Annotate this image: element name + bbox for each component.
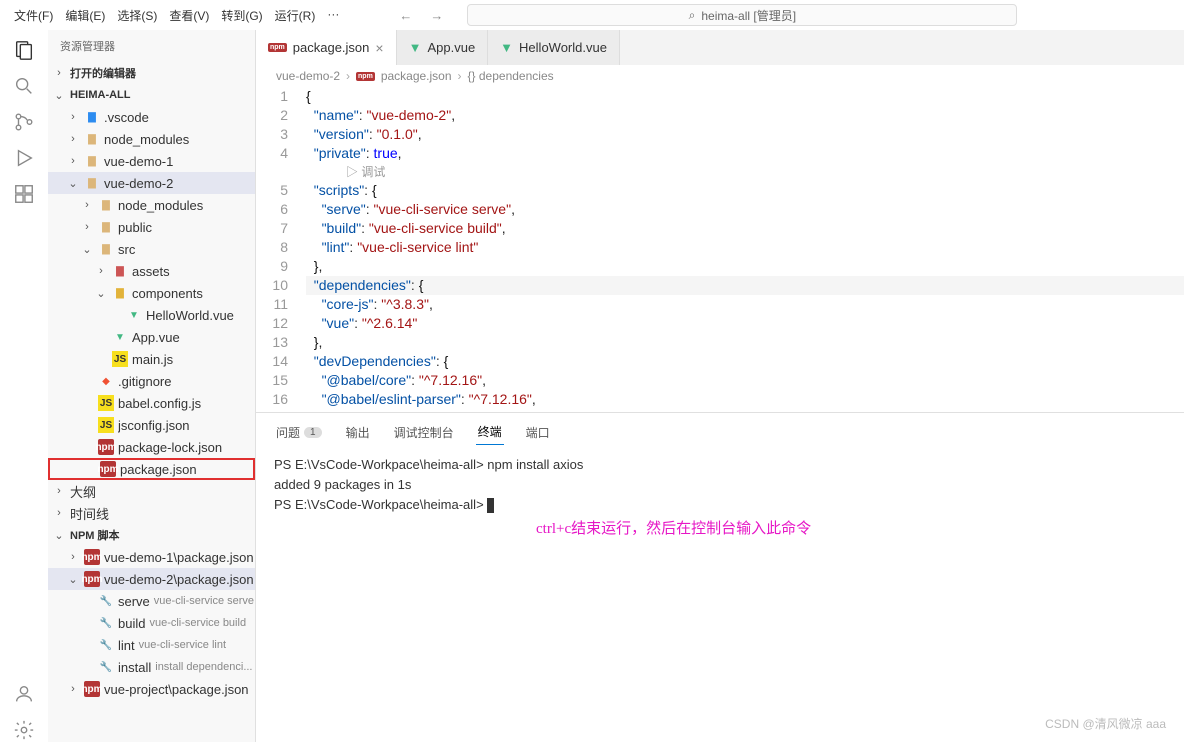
menu-item[interactable]: ···: [321, 3, 345, 28]
tree-item[interactable]: ›▇.vscode: [48, 106, 255, 128]
tree-item[interactable]: ›▇node_modules: [48, 194, 255, 216]
explorer-sidebar: 资源管理器 ›打开的编辑器 ⌄HEIMA-ALL ›▇.vscode›▇node…: [48, 30, 256, 742]
back-icon[interactable]: ←: [399, 8, 412, 23]
command-center-search[interactable]: ⌕ heima-all [管理员]: [467, 4, 1017, 26]
editor-tab[interactable]: npmpackage.json×: [256, 30, 397, 65]
editor-tab[interactable]: ▼HelloWorld.vue: [488, 30, 620, 65]
npm-script-item[interactable]: 🔧build vue-cli-service build: [48, 612, 255, 634]
explorer-icon[interactable]: [12, 38, 36, 62]
npm-scripts-section[interactable]: ⌄NPM 脚本: [48, 524, 255, 546]
tree-item[interactable]: JSjsconfig.json: [48, 414, 255, 436]
manage-icon[interactable]: [12, 718, 36, 742]
activity-bar: [0, 30, 48, 742]
accounts-icon[interactable]: [12, 682, 36, 706]
open-editors-section[interactable]: ›打开的编辑器: [48, 62, 255, 84]
npm-script-item[interactable]: 🔧serve vue-cli-service serve: [48, 590, 255, 612]
terminal[interactable]: PS E:\VsCode-Workpace\heima-all> npm ins…: [256, 445, 1184, 742]
menu-item[interactable]: 转到(G): [215, 3, 268, 28]
npm-script-item[interactable]: 🔧install install dependenci...: [48, 656, 255, 678]
tree-item[interactable]: ›▇vue-demo-1: [48, 150, 255, 172]
explorer-title: 资源管理器: [48, 30, 255, 62]
menu-item[interactable]: 编辑(E): [59, 3, 111, 28]
menu-item[interactable]: 文件(F): [8, 3, 59, 28]
npm-script-item[interactable]: ›npmvue-project\package.json: [48, 678, 255, 700]
editor-area: npmpackage.json×▼App.vue▼HelloWorld.vue …: [256, 30, 1184, 742]
panel-tab[interactable]: 调试控制台: [392, 419, 456, 445]
npm-script-item[interactable]: ›npmvue-demo-1\package.json: [48, 546, 255, 568]
search-activity-icon[interactable]: [12, 74, 36, 98]
panel-tab[interactable]: 终端: [476, 419, 504, 445]
breadcrumb[interactable]: vue-demo-2› npmpackage.json› {} dependen…: [256, 65, 1184, 87]
timeline-section[interactable]: ›时间线: [48, 502, 255, 524]
tree-item[interactable]: npmpackage-lock.json: [48, 436, 255, 458]
tree-item[interactable]: ⌄▇vue-demo-2: [48, 172, 255, 194]
search-placeholder: heima-all [管理员]: [701, 7, 796, 24]
panel-tab[interactable]: 端口: [524, 419, 552, 445]
tree-item[interactable]: ▼HelloWorld.vue: [48, 304, 255, 326]
project-section[interactable]: ⌄HEIMA-ALL: [48, 84, 255, 106]
tree-item[interactable]: ▼App.vue: [48, 326, 255, 348]
nav-buttons: ← →: [399, 8, 443, 23]
tree-item[interactable]: npmpackage.json: [48, 458, 255, 480]
npm-script-item[interactable]: 🔧lint vue-cli-service lint: [48, 634, 255, 656]
tree-item[interactable]: ›▇assets: [48, 260, 255, 282]
panel-tabs: 问题 1 输出调试控制台终端端口: [256, 413, 1184, 445]
source-control-icon[interactable]: [12, 110, 36, 134]
tree-item[interactable]: JSmain.js: [48, 348, 255, 370]
watermark: CSDN @清风微凉 aaa: [1045, 715, 1166, 732]
menu-item[interactable]: 查看(V): [163, 3, 215, 28]
editor-tab[interactable]: ▼App.vue: [397, 30, 489, 65]
tree-item[interactable]: ›▇node_modules: [48, 128, 255, 150]
title-bar: 文件(F)编辑(E)选择(S)查看(V)转到(G)运行(R)··· ← → ⌕ …: [0, 0, 1184, 30]
tree-item[interactable]: ⌄▇src: [48, 238, 255, 260]
annotation-text: ctrl+c结束运行，然后在控制台输入此命令: [536, 517, 811, 538]
panel-tab[interactable]: 输出: [344, 419, 372, 445]
extensions-icon[interactable]: [12, 182, 36, 206]
npm-script-item[interactable]: ⌄npmvue-demo-2\package.json: [48, 568, 255, 590]
tree-item[interactable]: JSbabel.config.js: [48, 392, 255, 414]
close-icon[interactable]: ×: [375, 40, 383, 56]
tree-item[interactable]: ›▇public: [48, 216, 255, 238]
menu-item[interactable]: 运行(R): [269, 3, 322, 28]
tree-item[interactable]: ◆.gitignore: [48, 370, 255, 392]
npm-icon: npm: [356, 72, 375, 81]
search-icon: ⌕: [689, 8, 696, 23]
run-debug-icon[interactable]: [12, 146, 36, 170]
menu-item[interactable]: 选择(S): [111, 3, 163, 28]
tree-item[interactable]: ⌄▇components: [48, 282, 255, 304]
panel: 问题 1 输出调试控制台终端端口 PS E:\VsCode-Workpace\he…: [256, 412, 1184, 742]
panel-tab[interactable]: 问题 1: [274, 419, 324, 445]
editor-tabs: npmpackage.json×▼App.vue▼HelloWorld.vue: [256, 30, 1184, 65]
outline-section[interactable]: ›大纲: [48, 480, 255, 502]
forward-icon[interactable]: →: [430, 8, 443, 23]
code-editor[interactable]: 1234567891011121314151617 { "name": "vue…: [256, 87, 1184, 412]
